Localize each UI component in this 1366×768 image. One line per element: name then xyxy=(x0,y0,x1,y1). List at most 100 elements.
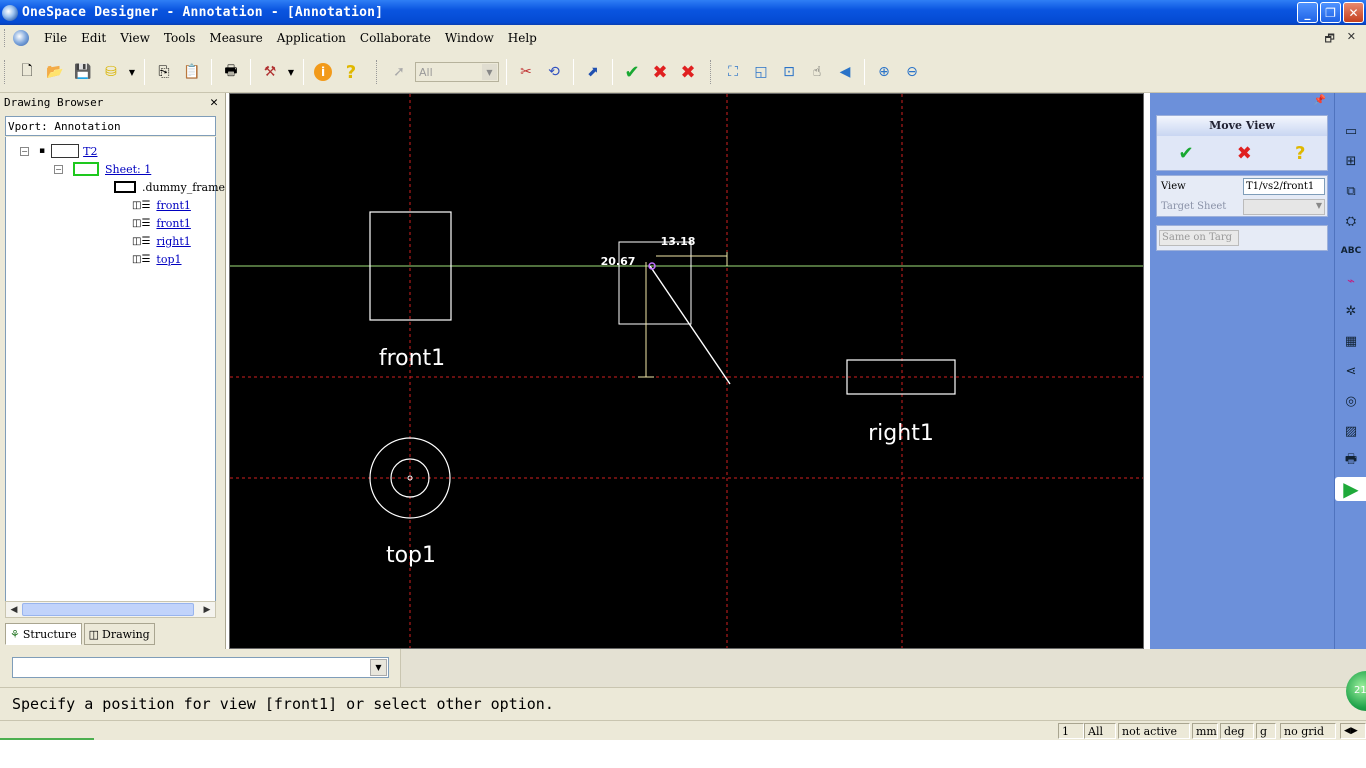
modify-tool-icon[interactable]: ⛭ xyxy=(1339,209,1363,233)
pointer-icon[interactable]: ➚ xyxy=(387,60,411,84)
tree-view[interactable]: ◫☰ front1 xyxy=(132,196,191,214)
scroll-left-icon[interactable]: ◀ xyxy=(7,603,21,616)
horizontal-scrollbar[interactable]: ◀ ▶ xyxy=(5,601,216,618)
status-page[interactable]: 1 xyxy=(1058,723,1084,739)
tree-item-view[interactable]: front1 xyxy=(156,199,190,212)
chevron-down-icon[interactable]: ▼ xyxy=(127,60,137,84)
menu-application[interactable]: Application xyxy=(270,31,353,45)
tree-item-view[interactable]: right1 xyxy=(156,235,190,248)
toolbar-grip[interactable] xyxy=(376,60,379,84)
stop-all-icon[interactable]: ✖ xyxy=(676,60,700,84)
tab-structure[interactable]: ⚘ Structure xyxy=(5,623,82,645)
tree-item-frame[interactable]: .dummy_frame xyxy=(142,181,225,194)
text-tool-icon[interactable]: ABC xyxy=(1339,239,1363,263)
collapse-icon[interactable]: − xyxy=(20,146,29,156)
restore-button[interactable]: ❐ xyxy=(1320,2,1341,23)
menu-window[interactable]: Window xyxy=(438,31,501,45)
mdi-restore-icon[interactable]: 🗗 xyxy=(1324,30,1334,49)
copy-icon[interactable]: ⎘ xyxy=(152,60,176,84)
print-tool-icon[interactable]: 🖶 xyxy=(1339,449,1363,473)
window-icon[interactable]: ◱ xyxy=(749,60,773,84)
status-filter[interactable]: All xyxy=(1084,723,1116,739)
stop-icon[interactable]: ✖ xyxy=(648,60,672,84)
chevron-down-icon[interactable]: ▼ xyxy=(482,64,497,80)
info-icon[interactable]: i xyxy=(311,60,335,84)
cancel-icon[interactable]: ⟲ xyxy=(542,60,566,84)
tree-frame[interactable]: .dummy_frame xyxy=(114,178,225,196)
menu-measure[interactable]: Measure xyxy=(202,31,269,45)
minimize-button[interactable]: _ xyxy=(1297,2,1318,23)
hatch-tool-icon[interactable]: ✲ xyxy=(1339,299,1363,323)
collapse-icon[interactable]: − xyxy=(54,164,63,174)
status-scroll-arrows[interactable]: ◀▶ xyxy=(1340,723,1366,739)
layer-tool-icon[interactable]: ▨ xyxy=(1339,419,1363,443)
tree-view[interactable]: ◫☰ top1 xyxy=(132,250,182,268)
tree-item-root[interactable]: T2 xyxy=(83,145,97,158)
scroll-right-icon[interactable]: ▶ xyxy=(200,603,214,616)
zoom-out-icon[interactable]: ⊖ xyxy=(900,60,924,84)
tree-root[interactable]: − ▪ T2 xyxy=(20,142,97,160)
status-angle-unit[interactable]: deg xyxy=(1220,723,1254,739)
scroll-thumb[interactable] xyxy=(22,603,194,616)
status-length-unit[interactable]: mm xyxy=(1192,723,1218,739)
toolbar-grip[interactable] xyxy=(4,60,7,84)
hammer-icon[interactable]: ⚒ xyxy=(258,60,282,84)
app-icon[interactable] xyxy=(2,4,18,21)
tree-view[interactable]: ◫☰ front1 xyxy=(132,214,191,232)
command-input[interactable]: ▼ xyxy=(12,657,389,678)
pan-icon[interactable]: ☝ xyxy=(805,60,829,84)
save-icon[interactable]: 💾 xyxy=(71,60,95,84)
toolbar-grip[interactable] xyxy=(710,60,713,84)
drawing-svg[interactable]: front1 13.18 20.67 right1 top1 xyxy=(230,94,1144,649)
delete-icon[interactable]: ✂ xyxy=(514,60,538,84)
menu-edit[interactable]: Edit xyxy=(74,31,113,45)
tree-item-sheet[interactable]: Sheet: 1 xyxy=(105,163,151,176)
view-field[interactable]: T1/vs2/front1 xyxy=(1243,178,1325,195)
fit-icon[interactable]: ⛶ xyxy=(721,60,745,84)
sheet-tool-icon[interactable]: ▭ xyxy=(1339,119,1363,143)
close-button[interactable]: ✕ xyxy=(1343,2,1364,23)
select-filter[interactable]: All ▼ xyxy=(415,62,499,82)
document-icon[interactable] xyxy=(13,30,29,46)
menu-file[interactable]: File xyxy=(37,31,74,45)
play-icon[interactable]: ▶ xyxy=(1335,477,1366,501)
views-tool-icon[interactable]: ⊞ xyxy=(1339,149,1363,173)
pin-icon[interactable]: 📌 xyxy=(1314,95,1326,106)
menu-help[interactable]: Help xyxy=(501,31,544,45)
zoom-box-icon[interactable]: ⊡ xyxy=(777,60,801,84)
table-tool-icon[interactable]: ▦ xyxy=(1339,329,1363,353)
tree-item-view[interactable]: front1 xyxy=(156,217,190,230)
cancel-icon[interactable]: ✖ xyxy=(1237,143,1252,164)
tab-drawing[interactable]: ◫ Drawing xyxy=(83,623,155,645)
tree-sheet[interactable]: − Sheet: 1 xyxy=(54,160,151,178)
tree-item-view[interactable]: top1 xyxy=(156,253,181,266)
status-grid[interactable]: no grid xyxy=(1280,723,1336,739)
prev-view-icon[interactable]: ◀ xyxy=(833,60,857,84)
symbol-tool-icon[interactable]: ⌁ xyxy=(1339,269,1363,293)
geometry-tool-icon[interactable]: ⧉ xyxy=(1339,179,1363,203)
menu-view[interactable]: View xyxy=(113,31,157,45)
ok-icon[interactable]: ✔ xyxy=(1179,143,1194,164)
dimension-tool-icon[interactable]: ⋖ xyxy=(1339,359,1363,383)
menu-grip[interactable] xyxy=(4,29,7,47)
status-mass-unit[interactable]: g xyxy=(1256,723,1276,739)
print-icon[interactable]: 🖶 xyxy=(219,60,243,84)
zoom-in-icon[interactable]: ⊕ xyxy=(872,60,896,84)
menu-tools[interactable]: Tools xyxy=(157,31,203,45)
open-icon[interactable]: 📂 xyxy=(43,60,67,84)
close-icon[interactable]: ✕ xyxy=(210,95,218,110)
balloon-tool-icon[interactable]: ◎ xyxy=(1339,389,1363,413)
help-icon[interactable]: ? xyxy=(1295,143,1305,164)
drawing-canvas[interactable]: front1 13.18 20.67 right1 top1 xyxy=(229,93,1144,649)
new-icon[interactable]: 🗋 xyxy=(15,60,39,84)
chevron-down-icon[interactable]: ▼ xyxy=(370,659,387,676)
move-icon[interactable]: ⬈ xyxy=(581,60,605,84)
paste-icon[interactable]: 📋 xyxy=(180,60,204,84)
help-icon[interactable]: ? xyxy=(339,60,363,84)
ok-icon[interactable]: ✔ xyxy=(620,60,644,84)
menu-collaborate[interactable]: Collaborate xyxy=(353,31,438,45)
chevron-down-icon[interactable]: ▼ xyxy=(286,60,296,84)
mdi-close-icon[interactable]: ✕ xyxy=(1347,30,1356,49)
database-icon[interactable]: ⛁ xyxy=(99,60,123,84)
tree-view[interactable]: ◫☰ right1 xyxy=(132,232,191,250)
